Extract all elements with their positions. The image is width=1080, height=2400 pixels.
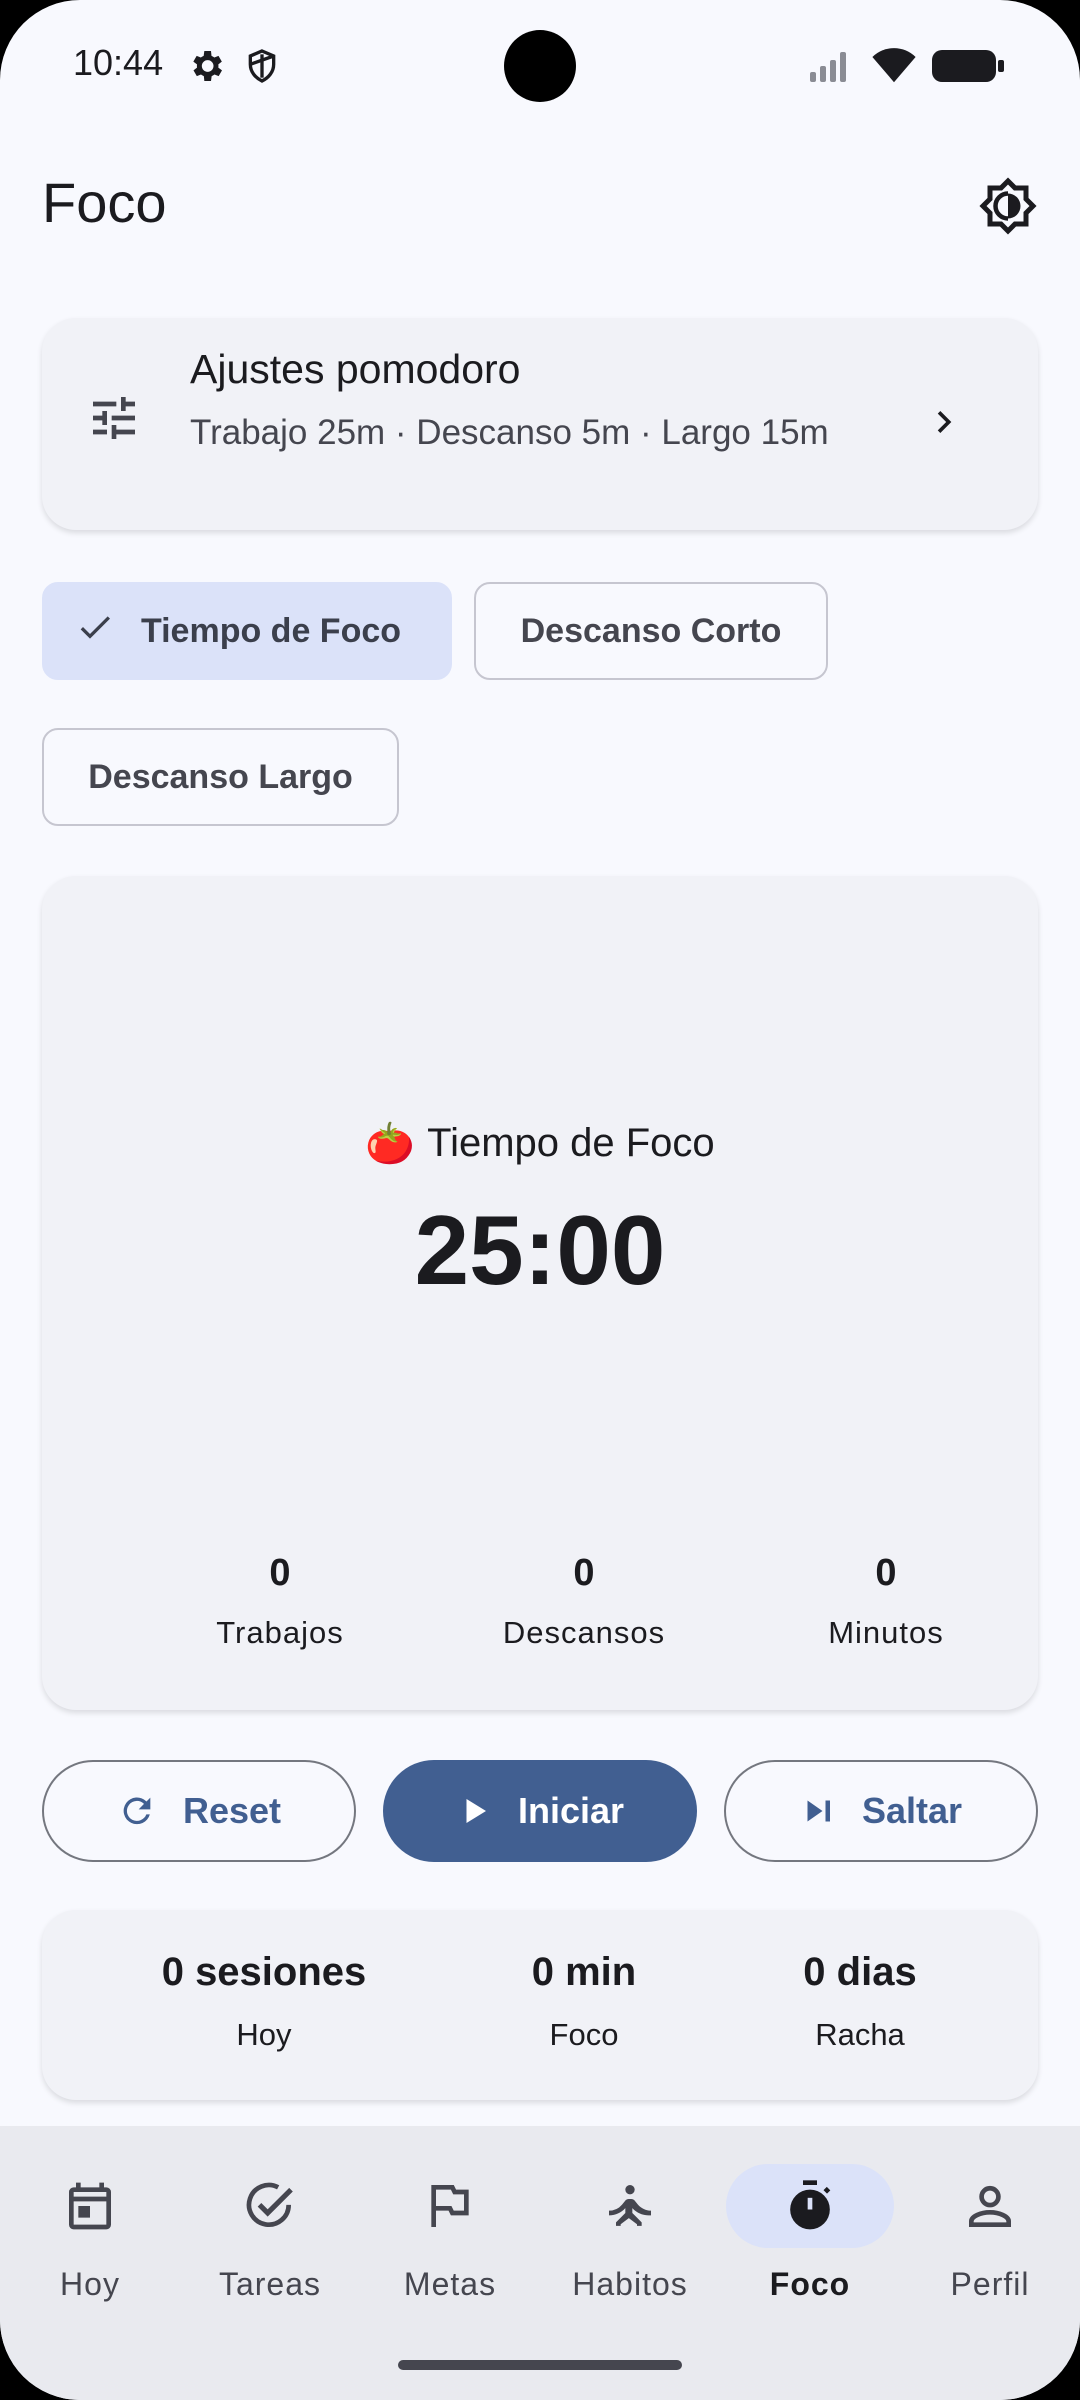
theme-toggle-button[interactable] xyxy=(972,170,1044,242)
nav-item-tareas[interactable]: Tareas xyxy=(185,2164,355,2303)
counter-value: 0 xyxy=(573,1552,595,1594)
timer-card: 🍅 Tiempo de Foco 25:00 0 Trabajos 0 Desc… xyxy=(42,876,1038,1710)
nav-item-foco[interactable]: Foco xyxy=(725,2164,895,2303)
nav-icon-container xyxy=(906,2164,1074,2248)
timer-mode-text: Tiempo de Foco xyxy=(427,1121,715,1165)
settings-title: Ajustes pomodoro xyxy=(190,346,521,392)
status-left-icons xyxy=(186,46,282,86)
counter-minutes: 0 Minutos xyxy=(756,1552,1016,1651)
play-icon xyxy=(466,1799,486,1823)
nav-label: Perfil xyxy=(950,2266,1030,2302)
skip-button[interactable]: Saltar xyxy=(724,1760,1038,1862)
camera-cutout xyxy=(504,30,576,102)
chip-label: Descanso Corto xyxy=(520,611,782,650)
nav-icon-container xyxy=(726,2164,894,2248)
counter-label: Descansos xyxy=(502,1615,666,1650)
settings-subtitle: Trabajo 25m · Descanso 5m · Largo 15m xyxy=(190,413,829,452)
status-time: 10:44 xyxy=(73,42,164,83)
skip-label: Saltar xyxy=(861,1790,963,1831)
nav-item-metas[interactable]: Metas xyxy=(365,2164,535,2303)
nav-item-hoy[interactable]: Hoy xyxy=(5,2164,175,2303)
wifi-icon xyxy=(872,48,916,89)
nav-item-habitos[interactable]: Habitos xyxy=(545,2164,715,2303)
nav-icon-container xyxy=(6,2164,174,2248)
tomato-emoji: 🍅 xyxy=(365,1122,416,1166)
chip-focus-time[interactable]: Tiempo de Foco xyxy=(42,582,452,680)
timer-icon xyxy=(790,2180,831,2230)
stats-card: 0 sesiones Hoy 0 min Foco 0 dias Racha xyxy=(42,1910,1038,2100)
chip-label: Descanso Largo xyxy=(88,757,353,796)
calendar-icon xyxy=(69,2182,111,2230)
stat-label: Racha xyxy=(815,2017,905,2052)
counter-label: Trabajos xyxy=(216,1615,344,1650)
home-indicator[interactable] xyxy=(398,2360,682,2370)
nav-label: Tareas xyxy=(218,2266,322,2302)
meditation-icon xyxy=(609,2185,651,2226)
stat-label: Hoy xyxy=(236,2017,292,2052)
pomodoro-settings-card[interactable]: Ajustes pomodoro Trabajo 25m · Descanso … xyxy=(42,318,1038,530)
stat-label: Foco xyxy=(549,2017,619,2052)
stat-value: 0 sesiones xyxy=(161,1950,367,1994)
gear-icon xyxy=(186,46,226,86)
flag-icon xyxy=(431,2185,469,2227)
stat-today: 0 sesiones Hoy xyxy=(134,1950,394,2053)
check-circle-icon xyxy=(246,2182,293,2227)
chip-long-break[interactable]: Descanso Largo xyxy=(42,728,399,826)
tune-icon xyxy=(86,390,142,451)
page-title: Foco xyxy=(42,171,167,234)
app-header: Foco xyxy=(0,150,1080,260)
refresh-icon xyxy=(123,1797,151,1825)
bottom-navigation: Hoy Tareas Metas Habitos Foco Perfil xyxy=(0,2126,1080,2400)
skip-next-icon xyxy=(807,1800,830,1822)
start-label: Iniciar xyxy=(517,1790,625,1831)
app-screen: 10:44 Foco Ajustes pomodoro Trabajo 25m … xyxy=(0,0,1080,2400)
nav-label: Habitos xyxy=(572,2266,688,2302)
chevron-right-icon xyxy=(922,400,966,449)
battery-icon xyxy=(932,48,1006,89)
nav-label: Hoy xyxy=(60,2266,120,2302)
stat-streak: 0 dias Racha xyxy=(730,1950,990,2053)
counter-breaks: 0 Descansos xyxy=(454,1552,714,1651)
nav-label: Foco xyxy=(769,2266,851,2302)
nav-icon-container xyxy=(186,2164,354,2248)
stat-value: 0 min xyxy=(531,1950,637,1994)
person-icon xyxy=(969,2185,1011,2227)
timer-display: 25:00 xyxy=(414,1195,666,1305)
timer-mode-label: 🍅 Tiempo de Foco xyxy=(42,1120,1038,1167)
nav-item-perfil[interactable]: Perfil xyxy=(905,2164,1075,2303)
chip-short-break[interactable]: Descanso Corto xyxy=(474,582,828,680)
counter-value: 0 xyxy=(875,1552,897,1594)
stat-focus: 0 min Foco xyxy=(454,1950,714,2053)
start-button[interactable]: Iniciar xyxy=(383,1760,697,1862)
nav-icon-container xyxy=(546,2164,714,2248)
stat-value: 0 dias xyxy=(803,1950,917,1994)
reset-label: Reset xyxy=(182,1790,282,1831)
shield-icon xyxy=(242,46,282,86)
counter-value: 0 xyxy=(269,1552,291,1594)
nav-icon-container xyxy=(366,2164,534,2248)
nav-label: Metas xyxy=(403,2266,497,2302)
reset-button[interactable]: Reset xyxy=(42,1760,356,1862)
chip-label: Tiempo de Foco xyxy=(140,611,402,650)
brightness-icon xyxy=(979,177,1037,235)
status-bar: 10:44 xyxy=(0,0,1080,130)
counter-work: 0 Trabajos xyxy=(150,1552,410,1651)
counter-label: Minutos xyxy=(828,1615,944,1650)
signal-icon xyxy=(808,48,856,89)
check-icon xyxy=(75,607,115,656)
status-right-icons xyxy=(808,48,1006,89)
